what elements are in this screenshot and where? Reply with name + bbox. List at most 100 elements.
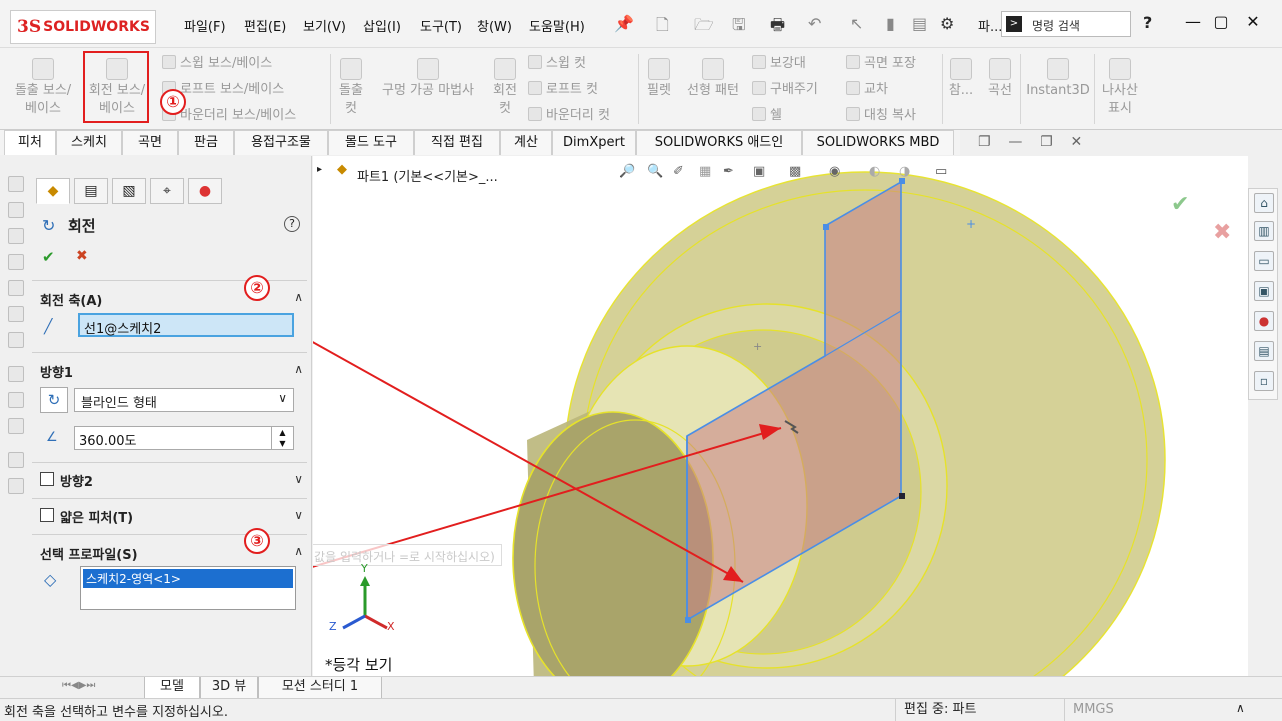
dimxpert-manager-tab[interactable]: ⌖	[150, 178, 184, 204]
save-icon[interactable]: 🖫	[732, 14, 746, 41]
cube-icon[interactable]	[8, 254, 24, 270]
help-icon[interactable]: ?	[1143, 13, 1152, 32]
boundary-cut-button[interactable]: 바운더리 컷	[528, 104, 610, 123]
file-properties-icon[interactable]: ▤	[912, 14, 927, 33]
tab-solidworks-addins[interactable]: SOLIDWORKS 애드인	[636, 130, 802, 155]
chevron-up-icon[interactable]: ∧	[294, 362, 303, 376]
reference-geometry-button[interactable]: 참...	[946, 58, 976, 100]
direction2-checkbox[interactable]	[40, 472, 54, 486]
cube-icon[interactable]	[8, 202, 24, 218]
curves-button[interactable]: 곡선	[984, 58, 1016, 100]
help-icon[interactable]: ?	[284, 216, 300, 232]
extruded-cut-button[interactable]: 돌출 컷	[336, 58, 366, 118]
configuration-manager-tab[interactable]: ▧	[112, 178, 146, 204]
menu-view[interactable]: 보기(V)	[303, 16, 346, 35]
command-search-box[interactable]: > 명령 검색	[1001, 11, 1131, 37]
tab-evaluate[interactable]: 계산	[500, 130, 552, 155]
options-gear-icon[interactable]: ⚙	[940, 14, 954, 33]
close-window-icon[interactable]: ✕	[1240, 12, 1266, 36]
tab-model[interactable]: 모델	[144, 677, 200, 699]
restore-icon[interactable]: ▢	[1208, 12, 1234, 36]
tab-motion-study[interactable]: 모션 스터디 1	[258, 677, 382, 699]
mirror-button[interactable]: 대칭 복사	[846, 104, 916, 123]
end-condition-select[interactable]: 블라인드 형태 ∨	[74, 388, 294, 412]
rib-button[interactable]: 보강대	[752, 52, 806, 71]
menu-window[interactable]: 창(W)	[477, 16, 512, 35]
tab-sheet-metal[interactable]: 판금	[178, 130, 234, 155]
chevron-up-icon[interactable]: ∧	[294, 544, 303, 558]
revolved-cut-button[interactable]: 회전 컷	[488, 58, 522, 118]
feature-manager-tab[interactable]: ◆	[36, 178, 70, 204]
intersect-button[interactable]: 교차	[846, 78, 888, 97]
sweep-boss-button[interactable]: 스윕 보스/베이스	[162, 52, 272, 71]
cube-icon[interactable]	[8, 228, 24, 244]
tab-3d-views[interactable]: 3D 뷰	[200, 677, 258, 699]
display-manager-tab[interactable]: ●	[188, 178, 222, 204]
undo-icon[interactable]: ↶	[808, 14, 821, 33]
zoom-to-fit-icon[interactable]: 🔎	[619, 164, 635, 179]
smart-dimension-icon[interactable]	[8, 418, 24, 434]
hole-wizard-button[interactable]: 구멍 가공 마법사	[372, 58, 484, 100]
confirm-ok-icon[interactable]: ✔	[1171, 192, 1189, 217]
tab-scroll-arrows[interactable]: ⏮◀▶⏭	[62, 680, 95, 691]
instant3d-button[interactable]: Instant3D	[1026, 58, 1090, 100]
print-icon[interactable]: 🖶	[770, 14, 785, 41]
solidworks-logo[interactable]: 3S SOLIDWORKS	[10, 10, 156, 44]
feature-tree-root[interactable]: 파트1 (기본<<기본>_...	[357, 166, 498, 185]
hide-show-items-icon[interactable]: ◉	[829, 164, 840, 179]
view-palette-icon[interactable]: ▣	[1254, 281, 1274, 301]
pin-icon[interactable]: 📌	[614, 14, 634, 33]
cube-icon[interactable]	[8, 306, 24, 322]
linear-pattern-button[interactable]: 선형 패턴	[682, 58, 744, 100]
cube-icon[interactable]	[8, 280, 24, 296]
select-arrow-icon[interactable]: ↖	[850, 14, 863, 33]
extrude-boss-button[interactable]: 돌출 보스/ 베이스	[10, 58, 76, 118]
chevron-down-icon[interactable]: ∨	[294, 508, 303, 522]
design-library-icon[interactable]: ▥	[1254, 221, 1274, 241]
reverse-direction-icon[interactable]: ↻	[40, 387, 68, 413]
units-status[interactable]: MMGS	[1064, 699, 1144, 721]
copy-icon[interactable]	[8, 452, 24, 468]
tab-solidworks-mbd[interactable]: SOLIDWORKS MBD	[802, 130, 954, 155]
tab-features[interactable]: 피처	[4, 130, 56, 155]
cube-icon[interactable]	[8, 332, 24, 348]
cosmetic-thread-button[interactable]: 나사산 표시	[1098, 58, 1142, 118]
select-icon[interactable]	[8, 366, 24, 382]
cube-icon[interactable]	[8, 176, 24, 192]
selected-contours-list[interactable]: 스케치2-영역<1>	[80, 566, 296, 610]
view-settings-monitor-icon[interactable]: ▭	[935, 164, 947, 179]
axis-section-title[interactable]: 회전 축(A)	[40, 290, 102, 309]
angle-spinner[interactable]: ▲ ▼	[271, 427, 293, 449]
new-document-icon[interactable]: 🗋	[656, 14, 669, 41]
wrap-button[interactable]: 곡면 포장	[846, 52, 916, 71]
tab-direct-editing[interactable]: 직접 편집	[414, 130, 500, 155]
apply-scene-icon[interactable]: ◑	[899, 164, 910, 179]
file-explorer-icon[interactable]: ▭	[1254, 251, 1274, 271]
home-icon[interactable]: ⌂	[1254, 193, 1274, 213]
tab-sketch[interactable]: 스케치	[56, 130, 122, 155]
revolve-axis-field[interactable]: 선1@스케치2	[78, 313, 294, 337]
menu-file[interactable]: 파일(F)	[184, 16, 226, 35]
traffic-light-icon[interactable]: ▮	[886, 14, 895, 33]
open-folder-icon[interactable]: 🗁	[694, 14, 714, 41]
lofted-cut-button[interactable]: 로프트 컷	[528, 78, 598, 97]
menu-insert[interactable]: 삽입(I)	[363, 16, 401, 35]
forum-icon[interactable]: ▫	[1254, 371, 1274, 391]
tab-dimxpert[interactable]: DimXpert	[552, 130, 636, 155]
section-view-icon[interactable]: ▦	[699, 164, 711, 179]
shell-button[interactable]: 쉘	[752, 104, 782, 123]
menu-edit[interactable]: 편집(E)	[244, 16, 286, 35]
tab-surfaces[interactable]: 곡면	[122, 130, 178, 155]
custom-properties-icon[interactable]: ▤	[1254, 341, 1274, 361]
appearances-icon[interactable]: ●	[1254, 311, 1274, 331]
menu-help[interactable]: 도움말(H)	[529, 16, 585, 35]
cancel-x-icon[interactable]: ✖	[76, 248, 88, 264]
dynamic-annotation-icon[interactable]: ✒	[723, 164, 734, 179]
ok-check-icon[interactable]: ✔	[42, 248, 55, 266]
swept-cut-button[interactable]: 스윕 컷	[528, 52, 586, 71]
selected-contours-title[interactable]: 선택 프로파일(S)	[40, 544, 138, 563]
previous-view-icon[interactable]: ✐	[673, 164, 684, 179]
tree-expand-icon[interactable]: ▸	[317, 164, 322, 175]
edit-appearance-icon[interactable]: ◐	[869, 164, 880, 179]
confirm-cancel-icon[interactable]: ✖	[1213, 220, 1231, 245]
